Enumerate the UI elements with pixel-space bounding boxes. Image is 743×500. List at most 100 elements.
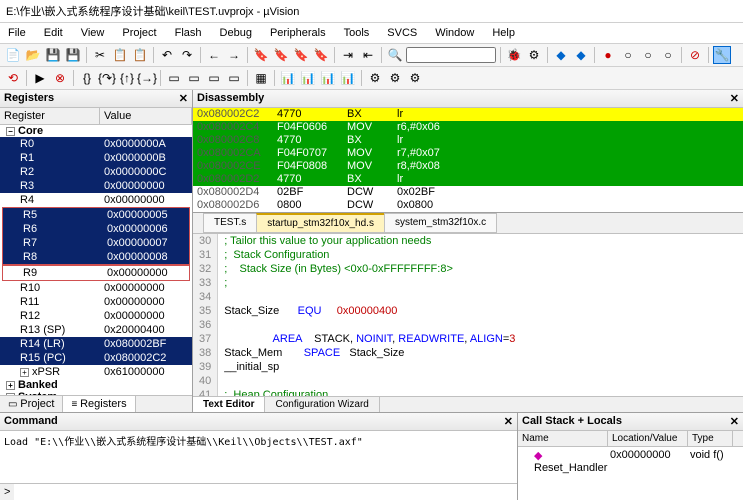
disasm-row[interactable]: 0x080002C4F04F0606MOVr6,#0x06 (193, 121, 743, 134)
register-row[interactable]: R40x00000000 (0, 193, 192, 207)
blue2-icon[interactable]: ◆ (572, 46, 590, 64)
register-row[interactable]: R30x00000000 (0, 179, 192, 193)
register-row[interactable]: R110x00000000 (0, 295, 192, 309)
circle1-icon[interactable]: ● (599, 46, 617, 64)
register-row[interactable]: R120x00000000 (0, 309, 192, 323)
tool2-icon[interactable]: ⚙ (386, 69, 404, 87)
fwd-icon[interactable]: → (225, 46, 243, 64)
register-row[interactable]: R20x0000000C (0, 165, 192, 179)
menu-help[interactable]: Help (488, 25, 519, 41)
back-icon[interactable]: ← (205, 46, 223, 64)
win2-icon[interactable]: ▭ (185, 69, 203, 87)
reset-icon[interactable]: ⟲ (4, 69, 22, 87)
find-input[interactable] (406, 47, 496, 63)
file-tab[interactable]: TEST.s (203, 213, 257, 233)
bookmark-next-icon[interactable]: 🔖 (292, 46, 310, 64)
circle3-icon[interactable]: ○ (639, 46, 657, 64)
step-in-icon[interactable]: {} (78, 69, 96, 87)
circle2-icon[interactable]: ○ (619, 46, 637, 64)
menu-debug[interactable]: Debug (216, 25, 256, 41)
register-row[interactable]: R13 (SP)0x20000400 (0, 323, 192, 337)
blue1-icon[interactable]: ◆ (552, 46, 570, 64)
register-row[interactable]: R70x00000007 (3, 236, 189, 250)
debug-icon[interactable]: 🐞 (505, 46, 523, 64)
register-row[interactable]: R60x00000006 (3, 222, 189, 236)
analyzer1-icon[interactable]: 📊 (279, 69, 297, 87)
menu-flash[interactable]: Flash (171, 25, 206, 41)
config-wizard-tab[interactable]: Configuration Wizard (265, 397, 379, 412)
disasm-row[interactable]: 0x080002CAF04F0707MOVr7,#0x07 (193, 147, 743, 160)
close-icon[interactable]: ✕ (730, 92, 739, 105)
redo-icon[interactable]: ↷ (178, 46, 196, 64)
bookmark-prev-icon[interactable]: 🔖 (272, 46, 290, 64)
callstack-header: Call Stack + Locals ✕ (518, 413, 743, 431)
disasm-row[interactable]: 0x080002C24770BXlr (193, 108, 743, 121)
circle4-icon[interactable]: ○ (659, 46, 677, 64)
register-row[interactable]: R50x00000005 (3, 208, 189, 222)
menu-window[interactable]: Window (431, 25, 478, 41)
undo-icon[interactable]: ↶ (158, 46, 176, 64)
analyzer4-icon[interactable]: 📊 (339, 69, 357, 87)
code-editor[interactable]: 3031323334353637383940414243444546474849… (193, 234, 743, 396)
stop-icon[interactable]: ⊗ (51, 69, 69, 87)
menu-edit[interactable]: Edit (40, 25, 67, 41)
register-row[interactable]: R100x00000000 (0, 281, 192, 295)
text-editor-tab[interactable]: Text Editor (193, 397, 265, 412)
open-icon[interactable]: 📂 (24, 46, 42, 64)
run-icon[interactable]: ▶ (31, 69, 49, 87)
bookmark-icon[interactable]: 🔖 (252, 46, 270, 64)
disasm-row[interactable]: 0x080002CEF04F0808MOVr8,#0x08 (193, 160, 743, 173)
register-row[interactable]: R00x0000000A (0, 137, 192, 151)
analyzer2-icon[interactable]: 📊 (299, 69, 317, 87)
close-icon[interactable]: ✕ (179, 92, 188, 105)
file-tab[interactable]: system_stm32f10x.c (384, 213, 497, 233)
grid-icon[interactable]: ▦ (252, 69, 270, 87)
win4-icon[interactable]: ▭ (225, 69, 243, 87)
close-icon[interactable]: ✕ (504, 415, 513, 428)
menu-tools[interactable]: Tools (340, 25, 374, 41)
outdent-icon[interactable]: ⇤ (359, 46, 377, 64)
saveall-icon[interactable]: 💾 (64, 46, 82, 64)
register-row[interactable]: R14 (LR)0x080002BF (0, 337, 192, 351)
paste-icon[interactable]: 📋 (131, 46, 149, 64)
new-icon[interactable]: 📄 (4, 46, 22, 64)
tool1-icon[interactable]: ⚙ (366, 69, 384, 87)
wrench-icon[interactable]: 🔧 (713, 46, 731, 64)
disasm-row[interactable]: 0x080002C84770BXlr (193, 134, 743, 147)
menu-peripherals[interactable]: Peripherals (266, 25, 330, 41)
menu-file[interactable]: File (4, 25, 30, 41)
step-out-icon[interactable]: {↑} (118, 69, 136, 87)
save-icon[interactable]: 💾 (44, 46, 62, 64)
step-over-icon[interactable]: {↷} (98, 69, 116, 87)
menu-view[interactable]: View (77, 25, 109, 41)
registers-tree[interactable]: −CoreR00x0000000AR10x0000000BR20x0000000… (0, 125, 192, 395)
indent-icon[interactable]: ⇥ (339, 46, 357, 64)
command-input[interactable] (14, 484, 517, 500)
config-icon[interactable]: ⚙ (525, 46, 543, 64)
copy-icon[interactable]: 📋 (111, 46, 129, 64)
disasm-row[interactable]: 0x080002D402BFDCW0x02BF (193, 186, 743, 199)
tool3-icon[interactable]: ⚙ (406, 69, 424, 87)
disasm-row[interactable]: 0x080002D60800DCW0x0800 (193, 199, 743, 212)
menu-svcs[interactable]: SVCS (383, 25, 421, 41)
menu-project[interactable]: Project (118, 25, 160, 41)
win1-icon[interactable]: ▭ (165, 69, 183, 87)
win3-icon[interactable]: ▭ (205, 69, 223, 87)
register-row[interactable]: R10x0000000B (0, 151, 192, 165)
close-icon[interactable]: ✕ (730, 415, 739, 428)
find-icon[interactable]: 🔍 (386, 46, 404, 64)
disassembly-list[interactable]: 0x080002C24770BXlr0x080002C4F04F0606MOVr… (193, 108, 743, 212)
analyzer3-icon[interactable]: 📊 (319, 69, 337, 87)
cut-icon[interactable]: ✂ (91, 46, 109, 64)
disasm-row[interactable]: 0x080002D24770BXlr (193, 173, 743, 186)
register-row[interactable]: R90x00000000 (3, 266, 189, 280)
project-tab[interactable]: ▭ Project (0, 396, 63, 412)
register-row[interactable]: R80x00000008 (3, 250, 189, 264)
callstack-body[interactable]: ◆ Reset_Handler 0x00000000 void f() (518, 447, 743, 500)
bookmark-clear-icon[interactable]: 🔖 (312, 46, 330, 64)
run-to-icon[interactable]: {→} (138, 69, 156, 87)
register-row[interactable]: R15 (PC)0x080002C2 (0, 351, 192, 365)
quit-icon[interactable]: ⊘ (686, 46, 704, 64)
registers-tab[interactable]: ≡ Registers (63, 396, 135, 412)
file-tab[interactable]: startup_stm32f10x_hd.s (256, 213, 385, 233)
